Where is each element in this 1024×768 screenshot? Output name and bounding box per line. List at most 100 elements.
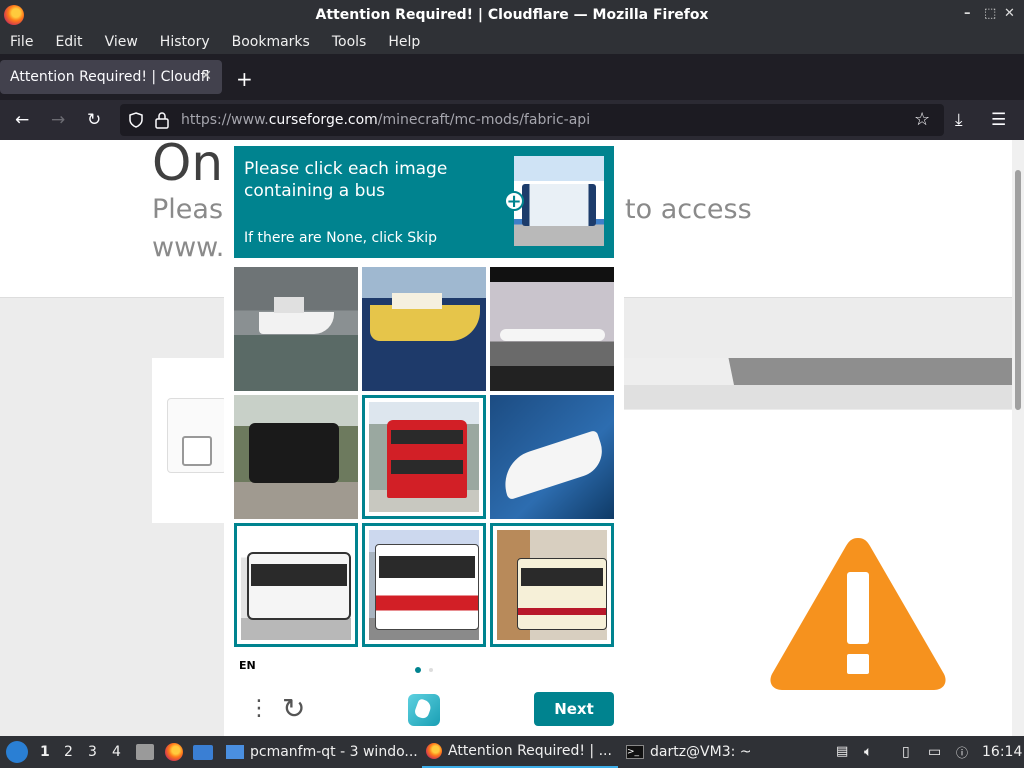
captcha-tile-speedboat[interactable] bbox=[490, 395, 614, 519]
captcha-tile-city-bus[interactable] bbox=[490, 523, 614, 647]
window-titlebar: Attention Required! | Cloudflare — Mozil… bbox=[0, 0, 1024, 30]
workspace-3[interactable]: 3 bbox=[88, 744, 97, 760]
back-arrow-icon[interactable]: ← bbox=[15, 110, 29, 130]
reload-icon[interactable]: ↻ bbox=[87, 110, 101, 130]
desktop-launcher-icon[interactable] bbox=[193, 745, 213, 760]
tab-attention-required[interactable]: Attention Required! | Cloudfl ✕ bbox=[0, 60, 222, 94]
airplane-shape bbox=[500, 329, 605, 341]
captcha-tile-double-decker-bus[interactable] bbox=[362, 395, 486, 519]
captcha-tile-steam-train[interactable] bbox=[234, 395, 358, 519]
tile-image bbox=[369, 402, 479, 512]
captcha-tile-red-white-bus[interactable] bbox=[362, 523, 486, 647]
tab-bar: Attention Required! | Cloudfl ✕ + bbox=[0, 54, 1024, 100]
train-shape bbox=[249, 423, 339, 483]
new-tab-button[interactable]: + bbox=[236, 67, 253, 91]
downloads-icon[interactable]: ⤓ bbox=[955, 110, 963, 130]
navigation-bar: ← → ↻ https://www.curseforge.com/minecra… bbox=[0, 100, 1024, 140]
tile-image bbox=[241, 530, 351, 640]
ship-shape bbox=[370, 305, 480, 341]
tray-volume-icon[interactable]: 🔈︎ bbox=[864, 744, 872, 760]
taskbar-task-pcmanfm[interactable]: pcmanfm-qt - 3 windo... bbox=[222, 736, 418, 768]
tile-image bbox=[234, 267, 358, 391]
language-selector[interactable]: EN bbox=[239, 659, 256, 672]
human-checkbox[interactable] bbox=[182, 436, 212, 466]
tile-image bbox=[490, 395, 614, 519]
menu-tools[interactable]: Tools bbox=[332, 34, 367, 50]
captcha-sample-bus-image bbox=[514, 156, 604, 246]
tray-clipboard-icon[interactable]: ▯ bbox=[902, 744, 910, 760]
captcha-menu-icon[interactable]: ⋮ bbox=[248, 696, 270, 721]
captcha-challenge: Please click each image containing a bus… bbox=[224, 140, 624, 736]
bookmark-star-icon[interactable]: ☆ bbox=[914, 109, 930, 130]
hcaptcha-logo-icon bbox=[408, 694, 440, 726]
tab-close-icon[interactable]: ✕ bbox=[200, 68, 212, 84]
bus-window-bottom bbox=[391, 460, 463, 474]
page-text-left-2: www. bbox=[152, 232, 225, 263]
url-text: https://www.curseforge.com/minecraft/mc-… bbox=[181, 112, 591, 128]
terminal-icon: >_ bbox=[626, 745, 644, 759]
taskbar-task-firefox[interactable]: Attention Required! | ... bbox=[422, 736, 618, 768]
tile-image bbox=[490, 267, 614, 391]
start-menu-icon[interactable] bbox=[6, 741, 28, 763]
menu-view[interactable]: View bbox=[105, 34, 138, 50]
taskbar-task-terminal[interactable]: >_ dartz@VM3: ~ bbox=[622, 736, 818, 768]
yacht-cabin bbox=[274, 297, 304, 313]
captcha-prompt: Please click each image containing a bus… bbox=[234, 146, 614, 258]
captcha-tile-airplane[interactable] bbox=[490, 267, 614, 391]
challenge-widget-area bbox=[152, 358, 227, 523]
captcha-skip-hint: If there are None, click Skip bbox=[244, 230, 438, 246]
shield-icon[interactable] bbox=[128, 112, 144, 128]
workspace-4[interactable]: 4 bbox=[112, 744, 121, 760]
tile-image bbox=[234, 395, 358, 519]
file-manager-launcher-icon[interactable] bbox=[136, 744, 154, 760]
gray-banner-lower bbox=[624, 358, 1012, 409]
firefox-icon bbox=[426, 743, 442, 759]
captcha-next-button[interactable]: Next bbox=[534, 692, 614, 726]
tile-image bbox=[369, 530, 479, 640]
workspace-1[interactable]: 1 bbox=[40, 744, 50, 760]
tile-image bbox=[497, 530, 607, 640]
menu-bar: File Edit View History Bookmarks Tools H… bbox=[0, 30, 1024, 54]
tray-network-icon[interactable]: ▭ bbox=[928, 744, 941, 760]
taskbar: 1 2 3 4 pcmanfm-qt - 3 windo... Attentio… bbox=[0, 736, 1024, 768]
forward-arrow-icon[interactable]: → bbox=[51, 110, 65, 130]
tab-title: Attention Required! | Cloudfl bbox=[10, 69, 210, 85]
captcha-tile-yellow-ship[interactable] bbox=[362, 267, 486, 391]
bus-window-top bbox=[391, 430, 463, 444]
workspace-2[interactable]: 2 bbox=[64, 744, 73, 760]
captcha-tile-yacht[interactable] bbox=[234, 267, 358, 391]
close-window-icon[interactable]: ✕ bbox=[1004, 6, 1015, 21]
page-text-left: Pleas bbox=[152, 194, 224, 225]
bus-windows bbox=[251, 564, 347, 586]
firefox-launcher-icon[interactable] bbox=[165, 743, 183, 761]
minimize-icon[interactable]: – bbox=[964, 6, 971, 21]
menu-edit[interactable]: Edit bbox=[55, 34, 82, 50]
bus-shape bbox=[247, 552, 351, 620]
warning-triangle-icon bbox=[770, 538, 946, 690]
page-scrollbar[interactable] bbox=[1012, 140, 1024, 736]
captcha-prompt-text: Please click each image containing a bus bbox=[244, 159, 448, 201]
bus-windows bbox=[379, 556, 475, 578]
maximize-icon[interactable]: ⬚ bbox=[984, 6, 996, 21]
tray-notification-icon[interactable]: ⓘ bbox=[956, 744, 968, 761]
menu-help[interactable]: Help bbox=[388, 34, 420, 50]
captcha-refresh-icon[interactable]: ↻ bbox=[282, 692, 305, 725]
page-heading: On bbox=[152, 140, 224, 192]
captcha-tile-white-bus[interactable] bbox=[234, 523, 358, 647]
menu-history[interactable]: History bbox=[160, 34, 210, 50]
page-text-right: to access bbox=[625, 194, 752, 225]
tray-updates-icon[interactable]: ▤ bbox=[836, 744, 848, 759]
url-bar[interactable]: https://www.curseforge.com/minecraft/mc-… bbox=[120, 104, 944, 136]
expand-sample-icon[interactable]: + bbox=[504, 191, 524, 211]
menu-bookmarks[interactable]: Bookmarks bbox=[232, 34, 310, 50]
firefox-logo-icon bbox=[4, 5, 24, 25]
clock: 16:14 bbox=[982, 744, 1023, 760]
tile-image bbox=[362, 267, 486, 391]
scrollbar-thumb[interactable] bbox=[1015, 170, 1021, 410]
bus-windows bbox=[521, 568, 603, 586]
lock-icon[interactable] bbox=[154, 111, 170, 129]
menu-file[interactable]: File bbox=[10, 34, 33, 50]
yacht-shape bbox=[259, 312, 334, 334]
app-menu-icon[interactable]: ☰ bbox=[991, 110, 1006, 130]
ship-cabin bbox=[392, 293, 442, 309]
